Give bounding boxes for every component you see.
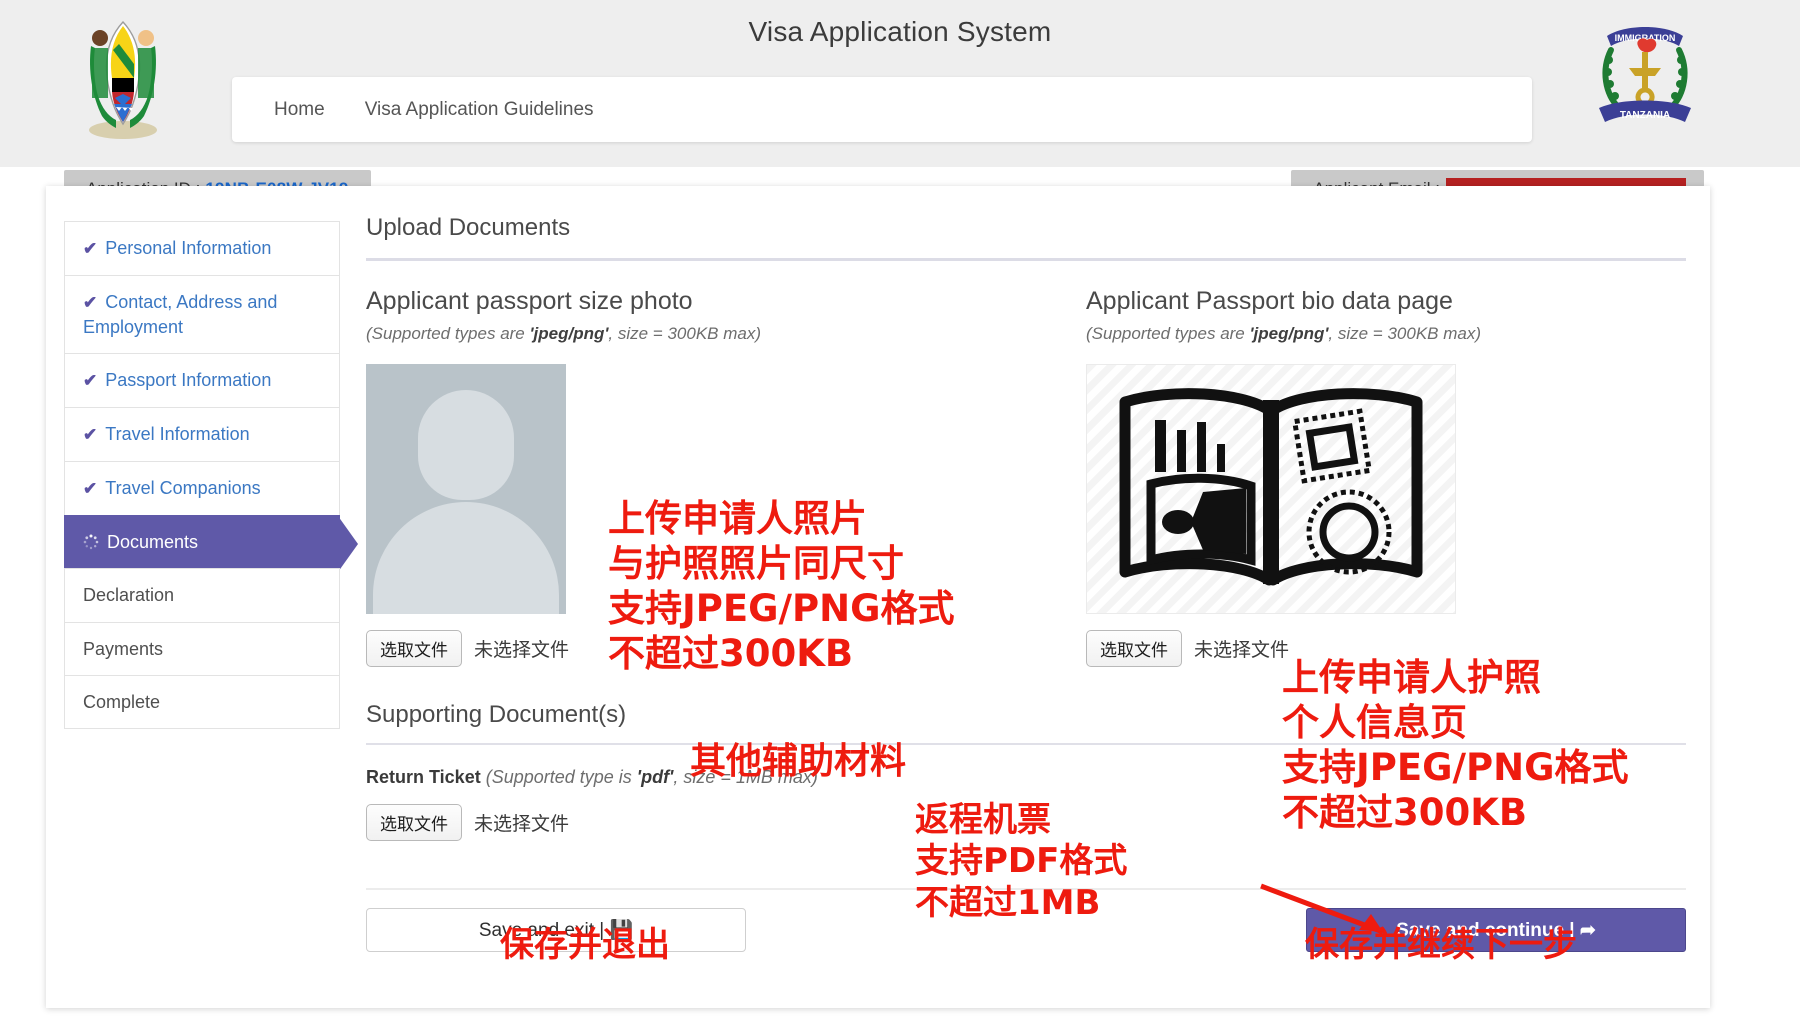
form-actions: Save and exit | 💾 Save and continue | ➦ xyxy=(366,888,1686,968)
hint-prefix: (Supported types are xyxy=(1086,324,1250,343)
sidebar-item-declaration[interactable]: Declaration xyxy=(64,568,340,622)
return-ticket-choose-file-button[interactable]: 选取文件 xyxy=(366,804,462,841)
hint-prefix: (Supported type is xyxy=(480,767,637,787)
sidebar-item-travel-companions[interactable]: ✔ Travel Companions xyxy=(64,461,340,515)
passport-biodata-column: Applicant Passport bio data page (Suppor… xyxy=(1086,287,1686,667)
sidebar-item-label: Documents xyxy=(107,531,199,552)
save-and-continue-button[interactable]: Save and continue | ➦ xyxy=(1306,908,1686,952)
sidebar-item-documents[interactable]: Documents xyxy=(64,514,358,573)
svg-text:TANZANIA: TANZANIA xyxy=(1620,110,1670,121)
sidebar-item-personal-information[interactable]: ✔ Personal Information xyxy=(64,221,340,275)
applicant-photo-hint: (Supported types are 'jpeg/png', size = … xyxy=(366,324,966,344)
upload-documents-panel: Upload Documents Applicant passport size… xyxy=(366,214,1686,841)
main-navbar: Home Visa Application Guidelines xyxy=(232,77,1532,142)
check-icon: ✔ xyxy=(83,239,98,258)
check-icon: ✔ xyxy=(83,425,98,445)
check-icon: ✔ xyxy=(83,479,98,499)
sidebar-item-label: Contact, Address and Employment xyxy=(83,291,278,337)
hint-types: 'jpeg/png' xyxy=(1249,324,1329,343)
applicant-photo-file-status: 未选择文件 xyxy=(474,640,570,661)
hint-suffix: , size = 300KB max) xyxy=(1328,324,1481,343)
hint-types: 'jpeg/png' xyxy=(529,324,609,343)
return-ticket-hint: (Supported type is 'pdf', size = 1MB max… xyxy=(481,767,818,787)
hint-types: 'pdf' xyxy=(636,767,674,787)
sidebar-item-travel-information[interactable]: ✔ Travel Information xyxy=(64,407,340,462)
section-divider xyxy=(366,258,1686,261)
sidebar-item-label: Passport Information xyxy=(105,370,272,391)
applicant-photo-column: Applicant passport size photo (Supported… xyxy=(366,287,966,667)
loading-spinner-icon xyxy=(83,532,99,550)
sidebar-item-label: Declaration xyxy=(83,585,175,606)
wizard-sidebar: ✔ Personal Information ✔ Contact, Address … xyxy=(64,221,358,730)
check-icon: ✔ xyxy=(83,371,98,391)
supporting-documents-title: Supporting Document(s) xyxy=(366,701,627,728)
hint-prefix: (Supported types are xyxy=(366,324,530,343)
applicant-photo-placeholder xyxy=(366,364,566,614)
passport-biodata-title: Applicant Passport bio data page xyxy=(1086,287,1453,315)
supporting-documents-section: Supporting Document(s) Return Ticket (Su… xyxy=(366,701,1686,841)
sidebar-item-label: Payments xyxy=(83,638,164,659)
hint-suffix: , size = 1MB max) xyxy=(673,767,818,787)
section-title: Upload Documents xyxy=(366,214,571,241)
top-banner: Visa Application System IMMIGRATION TANZ… xyxy=(0,0,1800,167)
tanzania-immigration-emblem-icon: IMMIGRATION TANZANIA xyxy=(1599,27,1691,122)
applicant-photo-title: Applicant passport size photo xyxy=(366,287,693,315)
open-passport-icon xyxy=(1119,387,1423,585)
hint-suffix: , size = 300KB max) xyxy=(608,324,761,343)
return-ticket-file-status: 未选择文件 xyxy=(474,814,570,835)
passport-biodata-file-input[interactable]: 选取文件 未选择文件 xyxy=(1086,630,1686,667)
applicant-photo-choose-file-button[interactable]: 选取文件 xyxy=(366,630,462,667)
save-and-exit-button[interactable]: Save and exit | 💾 xyxy=(366,908,746,952)
passport-biodata-choose-file-button[interactable]: 选取文件 xyxy=(1086,630,1182,667)
check-icon: ✔ xyxy=(83,292,98,312)
nav-home[interactable]: Home xyxy=(274,99,325,121)
sidebar-item-label: Travel Information xyxy=(105,424,250,445)
sidebar-item-contact-address-employment[interactable]: ✔ Contact, Address and Employment xyxy=(64,274,340,354)
applicant-photo-file-input[interactable]: 选取文件 未选择文件 xyxy=(366,630,966,667)
page-root: Visa Application System IMMIGRATION TANZ… xyxy=(0,0,1800,1025)
sidebar-item-label: Complete xyxy=(83,691,161,712)
sidebar-item-passport-information[interactable]: ✔ Passport Information xyxy=(64,353,340,408)
sidebar-item-complete[interactable]: Complete xyxy=(64,674,340,730)
return-ticket-file-input[interactable]: 选取文件 未选择文件 xyxy=(366,804,1686,841)
page-title: Visa Application System xyxy=(748,16,1052,47)
return-ticket-row: Return Ticket (Supported type is 'pdf', … xyxy=(366,767,1686,788)
sidebar-item-label: Travel Companions xyxy=(105,478,261,499)
return-ticket-label: Return Ticket xyxy=(366,767,481,787)
sidebar-item-label: Personal Information xyxy=(105,238,272,258)
passport-biodata-placeholder xyxy=(1086,364,1456,614)
avatar-head-icon xyxy=(418,390,514,500)
supporting-divider xyxy=(366,743,1686,745)
sidebar-item-payments[interactable]: Payments xyxy=(64,621,340,675)
passport-biodata-file-status: 未选择文件 xyxy=(1194,640,1290,661)
upload-columns: Applicant passport size photo (Supported… xyxy=(366,287,1686,667)
avatar-body-icon xyxy=(373,502,559,614)
passport-biodata-hint: (Supported types are 'jpeg/png', size = … xyxy=(1086,324,1686,344)
nav-visa-application-guidelines[interactable]: Visa Application Guidelines xyxy=(365,99,594,121)
